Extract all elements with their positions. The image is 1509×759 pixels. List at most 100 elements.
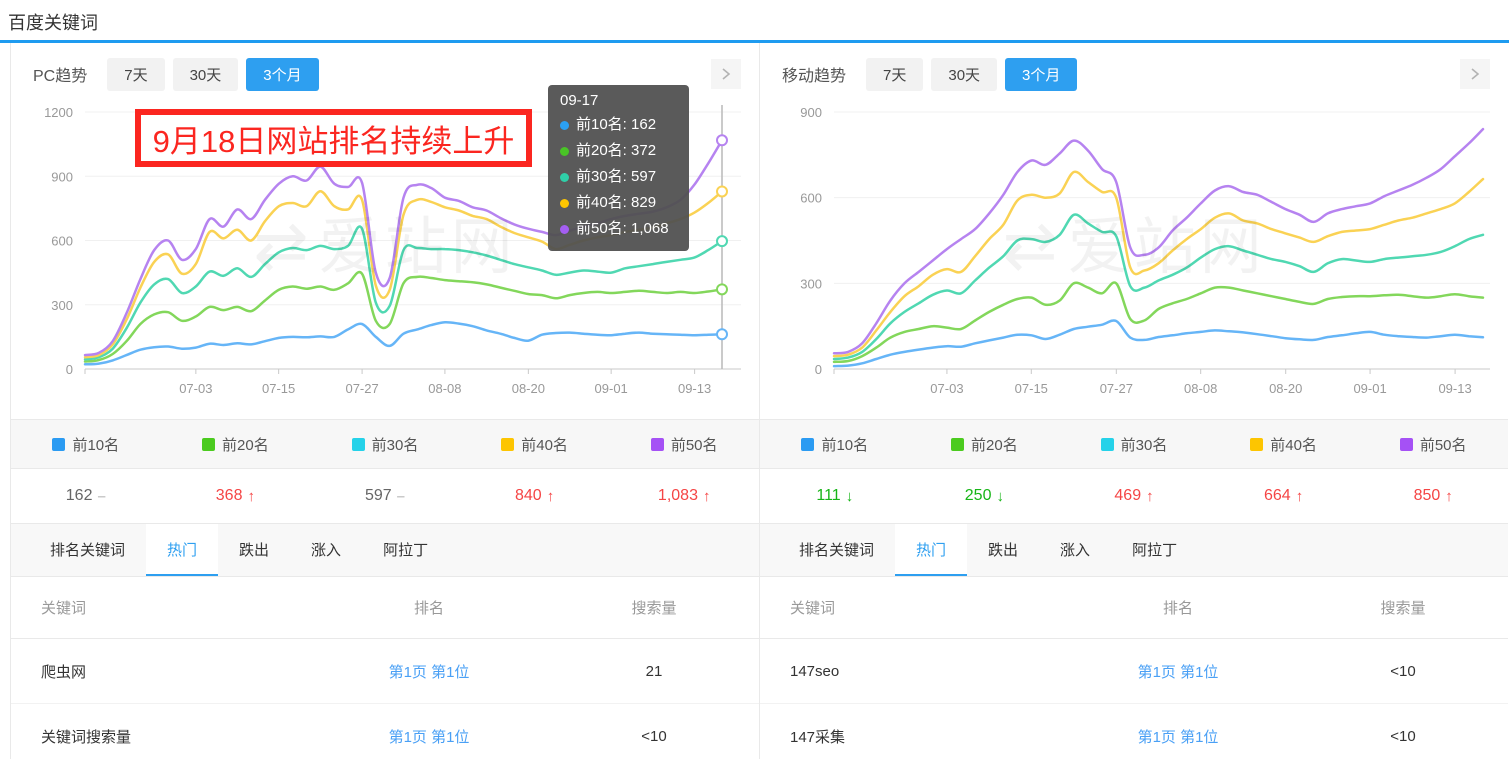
keyword-tab-阿拉丁[interactable]: 阿拉丁 [362, 524, 449, 576]
rank-cell: 第1页 第1位 [1058, 726, 1298, 747]
keyword-tab-涨入[interactable]: 涨入 [290, 524, 362, 576]
series-dot-icon [560, 173, 569, 182]
arrow-up-icon: ↑ [703, 488, 711, 505]
svg-text:600: 600 [800, 191, 822, 206]
stat-value: 111 ↓ [760, 469, 910, 523]
legend-swatch-icon [501, 438, 514, 451]
legend-label: 前40名 [521, 434, 568, 455]
tooltip-item: 前40名: 829 [560, 190, 677, 216]
keyword-tabs: 排名关键词热门跌出涨入阿拉丁 [11, 524, 759, 577]
keyword-cell: 关键词搜索量 [11, 726, 309, 747]
next-chart-button[interactable] [711, 59, 741, 89]
legend-item: 前10名 [760, 420, 910, 468]
keyword-tab-涨入[interactable]: 涨入 [1039, 524, 1111, 576]
stat-number: 664 [1264, 487, 1291, 505]
table-header: 关键词排名搜索量 [760, 577, 1508, 639]
stat-number: 111 [816, 487, 840, 505]
svg-text:900: 900 [800, 105, 822, 120]
legend-label: 前20名 [971, 434, 1018, 455]
rank-cell: 第1页 第1位 [309, 661, 549, 682]
keyword-tab-跌出[interactable]: 跌出 [218, 524, 290, 576]
stat-value: 250↓ [910, 469, 1060, 523]
period-tab-30天[interactable]: 30天 [931, 58, 997, 91]
tooltip-item: 前30名: 597 [560, 164, 677, 190]
arrow-up-icon: ↑ [1296, 488, 1304, 505]
trend-panel-mobile: 移动趋势7天30天3个月 ⇄爱站网 0 300 600 900 07-03 07-15 07-2… [759, 43, 1508, 759]
keyword-cell: 147采集 [760, 726, 1058, 747]
legend-label: 前30名 [1121, 434, 1168, 455]
keyword-tabs: 排名关键词热门跌出涨入阿拉丁 [760, 524, 1508, 577]
rank-link[interactable]: 第1页 第1位 [389, 664, 470, 681]
panel-header: 移动趋势7天30天3个月 [760, 43, 1508, 97]
dash-icon: – [397, 488, 405, 505]
legend-row: 前10名前20名前30名前40名前50名 [760, 419, 1508, 469]
legend-label: 前20名 [222, 434, 269, 455]
stat-number: 597 [365, 487, 392, 505]
keyword-tab-排名关键词[interactable]: 排名关键词 [29, 524, 146, 576]
tooltip-item-text: 前20名: 372 [576, 138, 656, 164]
keyword-tab-排名关键词[interactable]: 排名关键词 [778, 524, 895, 576]
legend-item: 前40名 [1209, 420, 1359, 468]
keyword-tab-阿拉丁[interactable]: 阿拉丁 [1111, 524, 1198, 576]
period-tab-30天[interactable]: 30天 [173, 58, 239, 91]
keyword-tab-热门[interactable]: 热门 [146, 524, 218, 576]
svg-text:07-27: 07-27 [1100, 381, 1133, 396]
legend-swatch-icon [52, 438, 65, 451]
rank-cell: 第1页 第1位 [1058, 661, 1298, 682]
rank-link[interactable]: 第1页 第1位 [1138, 664, 1219, 681]
svg-text:07-15: 07-15 [1015, 381, 1048, 396]
svg-text:08-20: 08-20 [1269, 381, 1302, 396]
next-chart-button[interactable] [1460, 59, 1490, 89]
legend-row: 前10名 前20名 前30名 前40名 前50名 [11, 419, 759, 469]
stat-value: 840↑ [460, 469, 610, 523]
legend-swatch-icon [202, 438, 215, 451]
period-tab-3个月[interactable]: 3个月 [246, 58, 318, 91]
stat-value: 1,083 ↑ [609, 469, 759, 523]
legend-swatch-icon [1250, 438, 1263, 451]
svg-text:07-03: 07-03 [179, 381, 212, 396]
legend-item: 前50名 [609, 420, 759, 468]
watermark: ⇄爱站网 [253, 196, 516, 286]
svg-text:07-03: 07-03 [930, 381, 963, 396]
arrow-down-icon: ↓ [846, 488, 854, 505]
svg-text:07-15: 07-15 [262, 381, 295, 396]
period-tab-3个月[interactable]: 3个月 [1005, 58, 1077, 91]
tooltip-item: 前50名: 1,068 [560, 216, 677, 242]
stat-value: 469↑ [1059, 469, 1209, 523]
keyword-tab-热门[interactable]: 热门 [895, 524, 967, 576]
stat-number: 1,083 [658, 487, 698, 505]
table-row: 147采集第1页 第1位<10 [760, 704, 1508, 759]
period-tabs: 7天 30天3个月 [107, 58, 318, 91]
legend-item: 前20名 [910, 420, 1060, 468]
watermark: ⇄爱站网 [1002, 196, 1265, 286]
table-row: 147seo第1页 第1位<10 [760, 639, 1508, 704]
svg-text:300: 300 [51, 298, 73, 313]
period-tab-7天[interactable]: 7天 [107, 58, 164, 91]
stat-value: 850↑ [1358, 469, 1508, 523]
svg-text:0: 0 [66, 362, 73, 377]
legend-label: 前30名 [372, 434, 419, 455]
dash-icon: – [97, 488, 105, 505]
arrow-up-icon: ↑ [1445, 488, 1453, 505]
rank-link[interactable]: 第1页 第1位 [389, 729, 470, 746]
legend-item: 前40名 [460, 420, 610, 468]
legend-swatch-icon [951, 438, 964, 451]
arrow-up-icon: ↑ [247, 488, 255, 505]
svg-text:900: 900 [51, 169, 73, 184]
rank-link[interactable]: 第1页 第1位 [1138, 729, 1219, 746]
svg-text:09-01: 09-01 [595, 381, 628, 396]
volume-cell: <10 [1298, 663, 1508, 680]
annotation-box: 9月18日网站排名持续上升 [135, 109, 532, 167]
svg-text:300: 300 [800, 276, 822, 291]
series-dot-icon [560, 225, 569, 234]
legend-label: 前40名 [1270, 434, 1317, 455]
legend-label: 前50名 [671, 434, 718, 455]
col-header-volume: 搜索量 [549, 597, 759, 618]
period-tab-7天[interactable]: 7天 [866, 58, 923, 91]
legend-item: 前10名 [11, 420, 161, 468]
tooltip-date: 09-17 [560, 92, 677, 109]
stat-number: 162 [66, 487, 93, 505]
col-header-keyword: 关键词 [760, 597, 1058, 618]
svg-text:0: 0 [815, 362, 822, 377]
keyword-tab-跌出[interactable]: 跌出 [967, 524, 1039, 576]
